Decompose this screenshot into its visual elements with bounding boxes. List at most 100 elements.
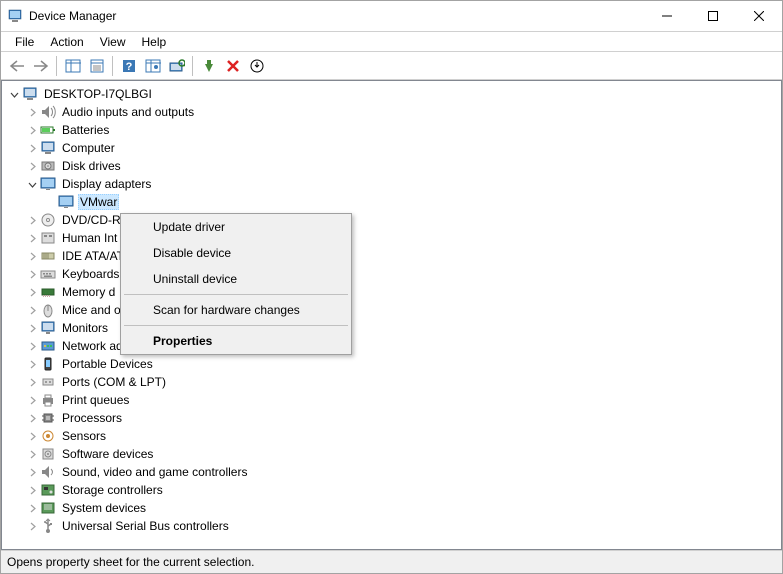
printer-icon [40,392,56,408]
display-icon [58,194,74,210]
context-menu: Update driver Disable device Uninstall d… [120,213,352,355]
tree-category-computer[interactable]: Computer [2,139,781,157]
tree-category-ide[interactable]: IDE ATA/AT [2,247,781,265]
tree-category-monitor[interactable]: Monitors [2,319,781,337]
close-button[interactable] [736,1,782,31]
chevron-right-icon[interactable] [24,320,40,336]
context-properties[interactable]: Properties [121,328,351,354]
tree-category-label: Keyboards [60,266,121,282]
chevron-down-icon[interactable] [24,176,40,192]
status-bar: Opens property sheet for the current sel… [1,550,782,573]
tree-device-label: VMwar [78,194,119,210]
chevron-right-icon[interactable] [24,500,40,516]
properties-button[interactable] [85,55,108,77]
dvd-icon [40,212,56,228]
keyboard-icon [40,266,56,282]
system-icon [40,500,56,516]
action-button[interactable] [141,55,164,77]
chevron-right-icon[interactable] [24,230,40,246]
chevron-right-icon[interactable] [24,446,40,462]
tree-category-mouse[interactable]: Mice and o [2,301,781,319]
tree-category-software[interactable]: Software devices [2,445,781,463]
tree-category-label: Portable Devices [60,356,155,372]
menu-help[interactable]: Help [134,33,175,51]
chevron-right-icon[interactable] [24,104,40,120]
chevron-right-icon[interactable] [24,122,40,138]
tree-category-label: Disk drives [60,158,123,174]
chevron-right-icon[interactable] [24,428,40,444]
chevron-right-icon[interactable] [24,302,40,318]
disk-icon [40,158,56,174]
tree-category-cpu[interactable]: Processors [2,409,781,427]
help-button[interactable]: ? [117,55,140,77]
tree-category-sensor[interactable]: Sensors [2,427,781,445]
hid-icon [40,230,56,246]
chevron-right-icon[interactable] [24,374,40,390]
chevron-right-icon[interactable] [24,284,40,300]
tree-category-memory[interactable]: Memory d [2,283,781,301]
tree-category-speaker[interactable]: Audio inputs and outputs [2,103,781,121]
context-update-driver[interactable]: Update driver [121,214,351,240]
menu-view[interactable]: View [92,33,134,51]
tree-category-keyboard[interactable]: Keyboards [2,265,781,283]
device-tree[interactable]: DESKTOP-I7QLBGIAudio inputs and outputsB… [1,80,782,550]
chevron-right-icon[interactable] [24,140,40,156]
tree-category-ports[interactable]: Ports (COM & LPT) [2,373,781,391]
chevron-right-icon[interactable] [24,518,40,534]
maximize-button[interactable] [690,1,736,31]
tree-category-label: Sensors [60,428,108,444]
tree-category-label: Display adapters [60,176,153,192]
tree-category-label: Processors [60,410,124,426]
tree-root-node[interactable]: DESKTOP-I7QLBGI [2,85,781,103]
chevron-right-icon[interactable] [24,338,40,354]
tree-category-battery[interactable]: Batteries [2,121,781,139]
tree-category-system[interactable]: System devices [2,499,781,517]
update-button[interactable] [245,55,268,77]
tree-category-network[interactable]: Network adapters [2,337,781,355]
tree-category-disk[interactable]: Disk drives [2,157,781,175]
tree-category-usb[interactable]: Universal Serial Bus controllers [2,517,781,535]
context-disable-device[interactable]: Disable device [121,240,351,266]
chevron-right-icon[interactable] [24,266,40,282]
toolbar-separator [112,56,113,76]
context-separator [124,325,348,326]
software-icon [40,446,56,462]
chevron-right-icon[interactable] [24,356,40,372]
show-hide-tree-button[interactable] [61,55,84,77]
tree-category-dvd[interactable]: DVD/CD-R [2,211,781,229]
context-uninstall-device[interactable]: Uninstall device [121,266,351,292]
chevron-right-icon[interactable] [24,482,40,498]
tree-category-label: Ports (COM & LPT) [60,374,168,390]
tree-category-portable[interactable]: Portable Devices [2,355,781,373]
ide-icon [40,248,56,264]
tree-category-storage[interactable]: Storage controllers [2,481,781,499]
tree-device-vmware[interactable]: VMwar [2,193,781,211]
uninstall-button[interactable] [221,55,244,77]
tree-category-label: Print queues [60,392,131,408]
chevron-down-icon[interactable] [6,86,22,102]
window-title: Device Manager [29,9,116,23]
chevron-right-icon[interactable] [24,248,40,264]
chevron-right-icon[interactable] [24,158,40,174]
menu-file[interactable]: File [7,33,42,51]
display-icon [40,176,56,192]
chevron-right-icon[interactable] [24,464,40,480]
menu-action[interactable]: Action [42,33,91,51]
back-button[interactable] [5,55,28,77]
tree-category-display[interactable]: Display adapters [2,175,781,193]
tree-category-label: Software devices [60,446,155,462]
context-scan-hardware[interactable]: Scan for hardware changes [121,297,351,323]
chevron-right-icon[interactable] [24,392,40,408]
chevron-right-icon[interactable] [24,212,40,228]
tree-category-label: DVD/CD-R [60,212,123,228]
ports-icon [40,374,56,390]
forward-button[interactable] [29,55,52,77]
menu-bar: File Action View Help [1,32,782,52]
tree-category-sound[interactable]: Sound, video and game controllers [2,463,781,481]
tree-category-hid[interactable]: Human Int [2,229,781,247]
enable-button[interactable] [197,55,220,77]
minimize-button[interactable] [644,1,690,31]
chevron-right-icon[interactable] [24,410,40,426]
tree-category-printer[interactable]: Print queues [2,391,781,409]
scan-hardware-button[interactable] [165,55,188,77]
